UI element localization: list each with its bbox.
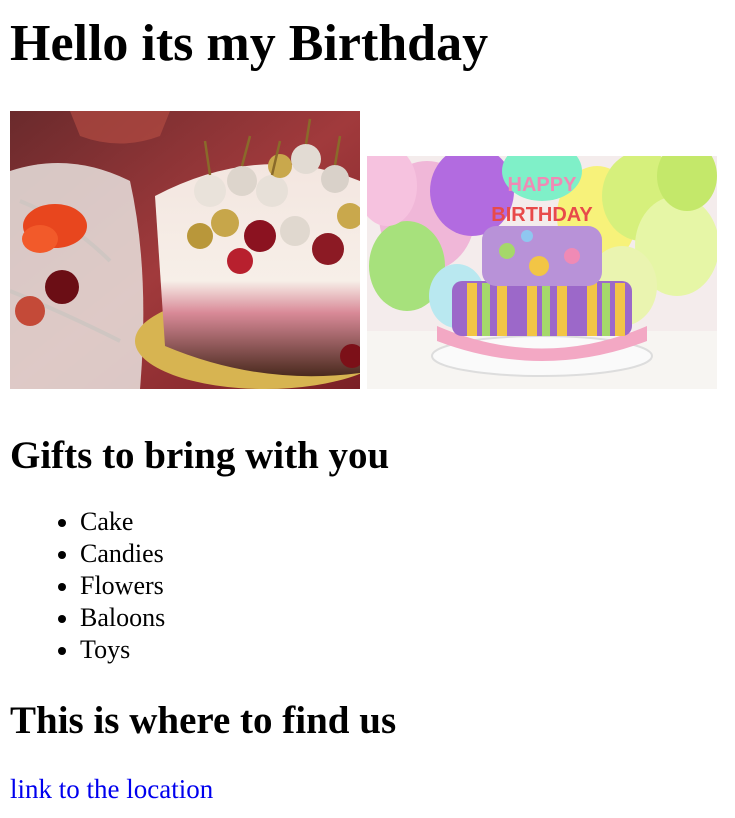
location-heading: This is where to find us (10, 699, 397, 742)
location-link[interactable]: link to the location (10, 773, 213, 805)
list-item: Toys (80, 634, 725, 666)
photo-row: HAPPY BIRTHDAY (10, 111, 725, 389)
page: Hello its my Birthday HAPPY BIRTHDAY Gif… (0, 0, 735, 805)
list-item: Flowers (80, 570, 725, 602)
page-title: Hello its my Birthday (10, 15, 489, 72)
candle-text-happy: HAPPY (508, 174, 578, 196)
list-item: Candies (80, 538, 725, 570)
list-item: Cake (80, 506, 725, 538)
gifts-list: Cake Candies Flowers Baloons Toys (10, 506, 725, 666)
gifts-heading: Gifts to bring with you (10, 434, 390, 477)
cake-with-cherries-photo (10, 111, 360, 389)
list-item: Baloons (80, 602, 725, 634)
candle-text-birthday: BIRTHDAY (491, 204, 593, 226)
birthday-cake-balloons-photo: HAPPY BIRTHDAY (367, 156, 717, 389)
